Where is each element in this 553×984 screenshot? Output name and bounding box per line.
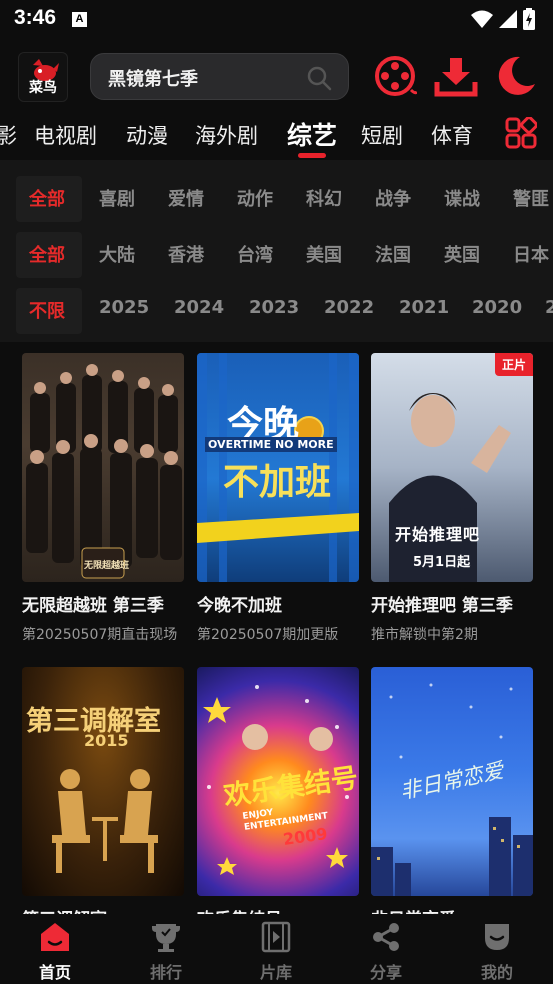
poster-date: 5月1日起: [413, 555, 471, 570]
share-icon: [373, 923, 399, 951]
wifi-icon: [471, 10, 493, 28]
poster-image[interactable]: 今晚 OVERTIME NO MORE 不加班: [197, 353, 359, 582]
filter-genre-all[interactable]: 全部: [29, 185, 65, 211]
status-icons: [471, 8, 535, 30]
card-title: 开始推理吧 第三季: [371, 596, 513, 616]
filter-region-taiwan[interactable]: 台湾: [237, 241, 273, 267]
tab-anime[interactable]: 动漫: [126, 120, 168, 150]
filter-year-2024[interactable]: 2024: [174, 297, 224, 318]
search-value: 黑镜第七季: [108, 69, 198, 90]
filter-genre-spy[interactable]: 谍战: [444, 185, 480, 211]
filter-year-2022[interactable]: 2022: [324, 297, 374, 318]
profile-icon: [485, 924, 509, 950]
poster-overtime-text: OVERTIME NO MORE: [205, 437, 337, 452]
nav-share[interactable]: 分享: [331, 914, 441, 984]
signal-icon: [499, 10, 517, 28]
filter-region-france[interactable]: 法国: [375, 241, 411, 267]
nav-label: 分享: [369, 963, 402, 982]
poster-logo-text: 无限超越班: [84, 561, 130, 571]
category-tabs: 影 电视剧 动漫 海外剧 综艺 短剧 体育: [0, 112, 553, 158]
tab-sports[interactable]: 体育: [431, 120, 473, 150]
status-bar: 3:46 A: [0, 0, 553, 38]
filter-year-2020[interactable]: 2020: [472, 297, 522, 318]
media-card[interactable]: 今晚 OVERTIME NO MORE 不加班 今晚不加班 第20250507期…: [197, 353, 359, 653]
tab-short-drama[interactable]: 短剧: [361, 120, 403, 150]
filter-genre-comedy[interactable]: 喜剧: [99, 185, 135, 211]
filter-genre-scifi[interactable]: 科幻: [306, 185, 342, 211]
filter-region-mainland[interactable]: 大陆: [99, 241, 135, 267]
search-input[interactable]: 黑镜第七季: [90, 53, 349, 100]
nav-label: 我的: [480, 963, 513, 982]
card-title: 非日常恋爱: [371, 905, 533, 914]
cast-group-illustration: [26, 364, 182, 579]
filter-year-2023[interactable]: 2023: [249, 297, 299, 318]
home-icon: [41, 923, 69, 951]
card-title: 无限超越班 第三季: [22, 596, 164, 616]
media-card[interactable]: 无限超越班 无限超越班 第三季 第20250507期直击现场: [22, 353, 184, 653]
tab-partial[interactable]: 影: [0, 120, 17, 150]
host-portrait-illustration: [389, 393, 511, 582]
filter-region-all[interactable]: 全部: [29, 241, 65, 267]
filter-year-2021[interactable]: 2021: [399, 297, 449, 318]
status-time: 3:46: [14, 6, 57, 29]
poster-show-title: 开始推理吧: [395, 525, 481, 544]
filter-genre-action[interactable]: 动作: [237, 185, 273, 211]
search-icon[interactable]: [306, 65, 332, 91]
filter-year-any[interactable]: 不限: [29, 297, 65, 323]
poster-image[interactable]: 第三调解室 2015: [22, 667, 184, 896]
card-subtitle: 第20250507期加更版: [197, 627, 339, 643]
tab-tv-series[interactable]: 电视剧: [34, 120, 97, 150]
poster-year: 2015: [84, 731, 129, 750]
media-card[interactable]: 第三调解室 2015 第三调解室: [22, 667, 184, 914]
nav-home[interactable]: 首页: [0, 914, 110, 984]
media-card[interactable]: 开始推理吧 5月1日起 正片 开始推理吧 第三季 推市解锁中第2期: [371, 353, 533, 653]
status-badge: 正片: [494, 353, 533, 376]
card-title: 今晚不加班: [197, 596, 282, 616]
filter-year-2025[interactable]: 2025: [99, 297, 149, 318]
tab-overseas[interactable]: 海外剧: [195, 120, 258, 150]
year-filter-row: 不限 2025 2024 2023 2022 2021 2020 2: [0, 277, 553, 334]
filter-genre-war[interactable]: 战争: [375, 185, 411, 211]
trophy-icon: [152, 924, 180, 952]
tab-variety[interactable]: 综艺: [287, 116, 337, 152]
filter-genre-romance[interactable]: 爱情: [168, 185, 204, 211]
logo-label: 菜鸟: [29, 80, 57, 96]
card-subtitle: 第20250507期直击现场: [22, 627, 178, 643]
media-card[interactable]: 欢乐集结号 ENJOY ENTERTAINMENT 2009 欢乐集结号: [197, 667, 359, 914]
nav-label: 排行: [149, 963, 182, 982]
card-subtitle: 推市解锁中第2期: [371, 627, 478, 643]
battery-icon: [523, 8, 535, 30]
moon-icon[interactable]: [494, 54, 538, 98]
app-logo[interactable]: 菜鸟: [18, 52, 68, 102]
filter-region-usa[interactable]: 美国: [306, 241, 342, 267]
filter-panel: 全部 喜剧 爱情 动作 科幻 战争 谍战 警匪 全部 大陆 香港 台湾 美国 法…: [0, 160, 553, 342]
nav-ranking[interactable]: 排行: [111, 914, 221, 984]
card-title: 第三调解室: [22, 905, 184, 914]
film-library-icon: [261, 921, 291, 953]
download-icon[interactable]: [434, 54, 478, 98]
filter-region-uk[interactable]: 英国: [444, 241, 480, 267]
nav-label: 片库: [259, 963, 292, 982]
filter-year-partial[interactable]: 2: [545, 297, 553, 318]
media-card[interactable]: 非日常恋爱 非日常恋爱: [371, 667, 533, 914]
nav-library[interactable]: 片库: [221, 914, 331, 984]
notification-a-icon: A: [72, 12, 87, 27]
poster-title-line2: 不加班: [223, 462, 332, 503]
film-reel-icon[interactable]: [373, 54, 417, 98]
category-grid-icon[interactable]: [505, 117, 537, 149]
bottom-navigation: 首页 排行 片库 分享 我的: [0, 914, 553, 984]
filter-region-hongkong[interactable]: 香港: [168, 241, 204, 267]
poster-image[interactable]: 非日常恋爱: [371, 667, 533, 896]
active-tab-indicator: [298, 153, 326, 158]
filter-region-japan[interactable]: 日本: [513, 241, 549, 267]
genre-filter-row: 全部 喜剧 爱情 动作 科幻 战争 谍战 警匪: [0, 165, 553, 222]
card-title: 欢乐集结号: [197, 905, 359, 914]
poster-image[interactable]: 开始推理吧 5月1日起 正片: [371, 353, 533, 582]
region-filter-row: 全部 大陆 香港 台湾 美国 法国 英国 日本: [0, 221, 553, 278]
nav-profile[interactable]: 我的: [442, 914, 552, 984]
filter-genre-crime[interactable]: 警匪: [513, 185, 549, 211]
poster-image[interactable]: 欢乐集结号 ENJOY ENTERTAINMENT 2009: [197, 667, 359, 896]
nav-label: 首页: [38, 963, 71, 982]
poster-image[interactable]: 无限超越班: [22, 353, 184, 582]
